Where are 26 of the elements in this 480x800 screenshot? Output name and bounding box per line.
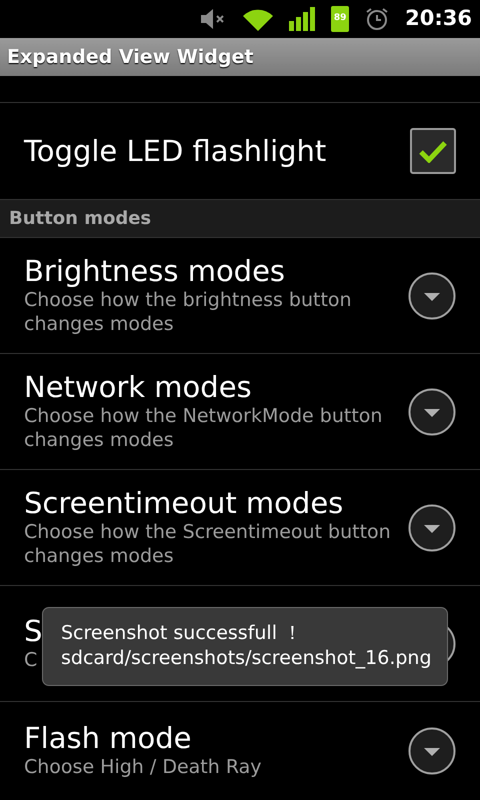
window-title: Expanded View Widget bbox=[6, 44, 254, 70]
setting-summary: Choose how the Screentimeout button changes modes bbox=[24, 521, 392, 569]
dropdown-icon[interactable] bbox=[408, 272, 456, 320]
setting-title: Flash mode bbox=[24, 721, 192, 756]
checkbox[interactable] bbox=[410, 128, 456, 174]
setting-summary: Choose High / Death Ray bbox=[24, 756, 262, 780]
wifi-icon bbox=[243, 7, 274, 31]
toast-message: Screenshot successfull ！ bbox=[61, 621, 304, 646]
check-icon bbox=[418, 139, 448, 163]
dropdown-icon[interactable] bbox=[408, 726, 456, 774]
alarm-icon bbox=[365, 7, 390, 31]
battery-level: 89 bbox=[334, 12, 346, 26]
signal-icon bbox=[289, 7, 316, 31]
toast-message: sdcard/screenshots/screenshot_16.png bbox=[61, 646, 433, 670]
dropdown-icon[interactable] bbox=[408, 504, 456, 552]
setting-title: Screentimeout modes bbox=[24, 486, 344, 522]
setting-title: Network modes bbox=[24, 370, 252, 406]
setting-title: Brightness modes bbox=[24, 254, 286, 290]
setting-title: Toggle LED flashlight bbox=[24, 134, 326, 168]
category-header: Button modes bbox=[9, 207, 152, 231]
dropdown-icon[interactable] bbox=[408, 388, 456, 436]
setting-summary: Choose how the NetworkMode button changes modes bbox=[24, 405, 384, 453]
setting-summary: Choose how the brightness button changes modes bbox=[24, 289, 353, 337]
setting-summary: C bbox=[24, 649, 38, 673]
setting-title: S bbox=[24, 614, 42, 650]
clock: 20:36 bbox=[405, 5, 472, 32]
